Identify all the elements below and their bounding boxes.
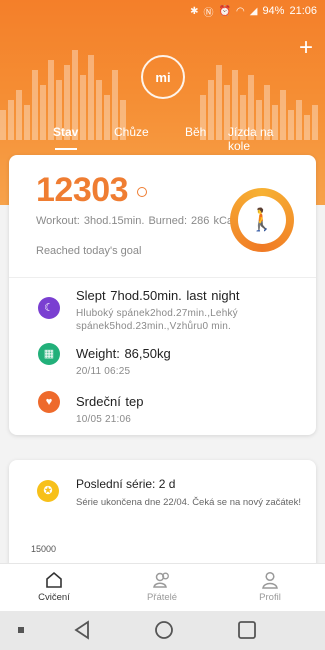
active-tab-indicator xyxy=(55,148,77,150)
home-circle-icon[interactable] xyxy=(154,620,174,640)
summary-card[interactable]: 12303 Workout: 3hod.15min. Burned: 286 k… xyxy=(9,155,316,435)
weight-scale-icon: ▦ xyxy=(38,343,60,365)
tab-chuze[interactable]: Chůze xyxy=(114,125,149,139)
streak-card[interactable]: ✪ Poslední série: 2 d Série ukončena dne… xyxy=(9,460,316,570)
bottom-nav: Cvičení Přátelé Profil xyxy=(0,563,325,611)
home-icon xyxy=(46,571,62,588)
step-count: 12303 xyxy=(36,171,129,209)
watch-icon xyxy=(137,187,147,197)
signal-icon: ◢ xyxy=(249,5,258,17)
goal-status: Reached today's goal xyxy=(36,245,142,257)
profile-icon xyxy=(262,571,278,589)
workout-summary: Workout: 3hod.15min. Burned: 286 kCal xyxy=(36,215,236,227)
heart-rate-detail: 10/05 21:06 xyxy=(76,414,132,425)
tab-stav[interactable]: Stav xyxy=(53,125,78,139)
friends-icon xyxy=(153,572,169,588)
medal-icon: ✪ xyxy=(37,480,59,502)
status-bar: ✱ Ⓝ ⏰ ◠ ◢ 94% 21:06 xyxy=(0,0,325,22)
streak-title: Poslední série: 2 d xyxy=(76,477,176,491)
heart-rate-title[interactable]: Srdeční tep xyxy=(76,394,144,409)
walking-icon: 🚶 xyxy=(248,207,276,232)
nav-label: Profil xyxy=(259,592,281,603)
chart-axis-tick: 15000 xyxy=(31,544,57,554)
recents-icon[interactable] xyxy=(237,620,257,640)
nav-label: Přátelé xyxy=(146,592,178,603)
nav-pratele[interactable]: Přátelé xyxy=(127,570,197,603)
nav-cviceni[interactable]: Cvičení xyxy=(19,570,89,603)
add-button[interactable]: + xyxy=(299,36,313,60)
nav-label: Cvičení xyxy=(38,592,70,603)
mi-logo: mi xyxy=(141,55,185,99)
weight-title[interactable]: Weight: 86,50kg xyxy=(76,346,171,361)
progress-ring[interactable]: 🚶 xyxy=(230,188,294,252)
sleep-icon: ☾ xyxy=(38,297,60,319)
wifi-icon: ◠ xyxy=(236,5,245,17)
mi-logo-text: mi xyxy=(155,70,171,85)
alarm-icon: ⏰ xyxy=(218,5,231,17)
sleep-title[interactable]: Slept 7hod.50min. last night xyxy=(76,288,239,303)
heart-icon: ♥ xyxy=(38,391,60,413)
sleep-detail: Hluboký spánek2hod.27min.,Lehký spánek5h… xyxy=(76,308,238,332)
battery-level: 94% xyxy=(262,5,285,17)
clock: 21:06 xyxy=(289,5,317,17)
nfc-icon: Ⓝ xyxy=(203,7,214,19)
streak-detail: Série ukončena dne 22/04. Čeká se na nov… xyxy=(76,497,301,508)
nav-profil[interactable]: Profil xyxy=(235,570,305,603)
bluetooth-icon: ✱ xyxy=(190,5,199,17)
weight-detail: 20/11 06:25 xyxy=(76,366,131,377)
square-dot-icon[interactable] xyxy=(18,627,25,634)
tab-jizda-na-kole[interactable]: Jízda na kole xyxy=(228,125,288,153)
tab-beh[interactable]: Běh xyxy=(185,125,206,139)
back-icon[interactable] xyxy=(73,620,91,640)
divider xyxy=(9,277,316,278)
system-nav-bar xyxy=(0,611,325,650)
